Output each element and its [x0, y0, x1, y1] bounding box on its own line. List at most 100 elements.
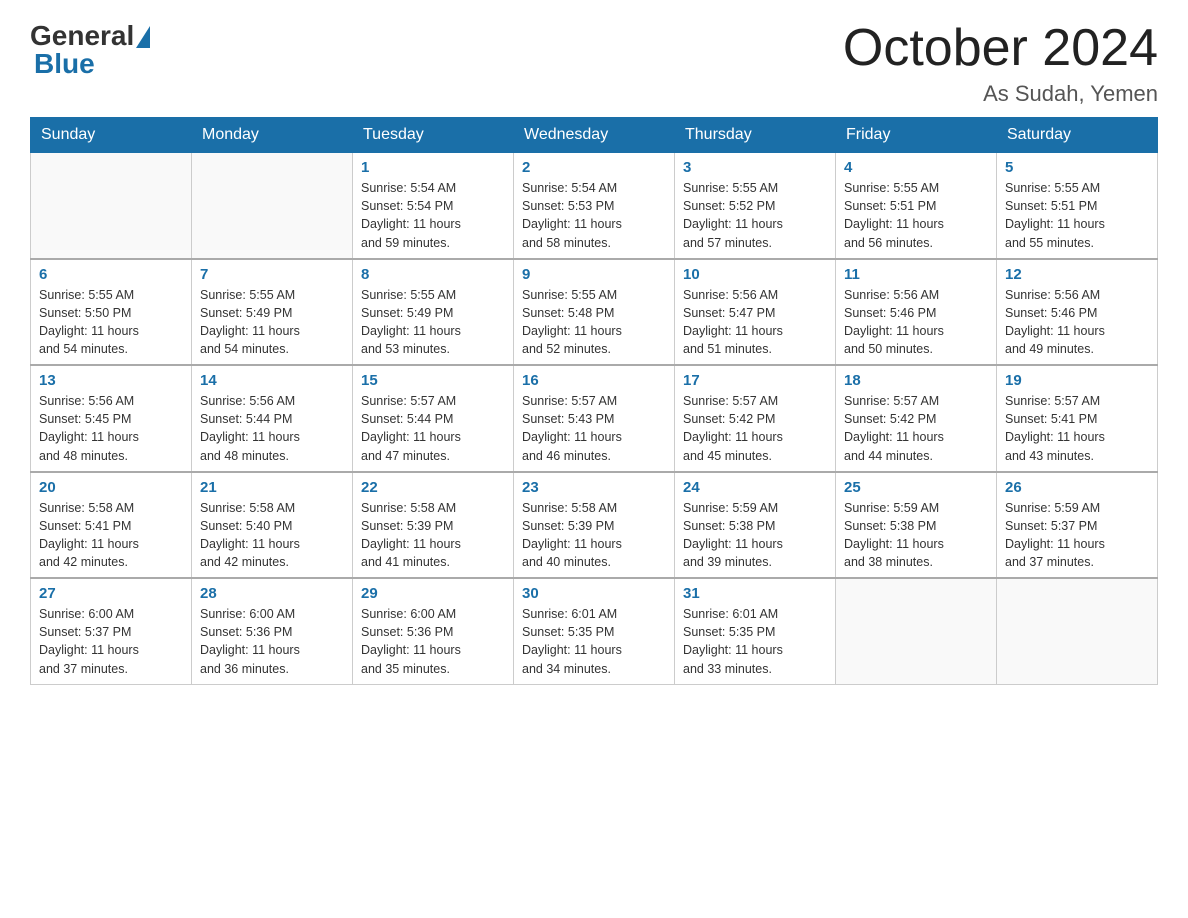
day-info: Sunrise: 5:55 AM Sunset: 5:51 PM Dayligh… [1005, 179, 1149, 252]
day-info: Sunrise: 6:00 AM Sunset: 5:36 PM Dayligh… [361, 605, 505, 678]
day-number: 14 [200, 372, 344, 389]
calendar-cell: 14 Sunrise: 5:56 AM Sunset: 5:44 PM Dayli… [192, 365, 353, 472]
day-number: 30 [522, 585, 666, 602]
day-info: Sunrise: 6:00 AM Sunset: 5:36 PM Dayligh… [200, 605, 344, 678]
calendar-cell: 11 Sunrise: 5:56 AM Sunset: 5:46 PM Dayli… [836, 259, 997, 366]
day-info: Sunrise: 5:56 AM Sunset: 5:45 PM Dayligh… [39, 392, 183, 465]
calendar-cell [192, 153, 353, 259]
calendar-cell: 23 Sunrise: 5:58 AM Sunset: 5:39 PM Dayli… [514, 472, 675, 579]
day-number: 20 [39, 479, 183, 496]
day-number: 9 [522, 266, 666, 283]
calendar-cell: 21Sunrise: 5:58 AM Sunset: 5:40 PM Dayli… [192, 472, 353, 579]
calendar-cell: 4Sunrise: 5:55 AM Sunset: 5:51 PM Daylig… [836, 153, 997, 259]
calendar-cell: 7 Sunrise: 5:55 AM Sunset: 5:49 PM Daylig… [192, 259, 353, 366]
calendar-cell: 8 Sunrise: 5:55 AM Sunset: 5:49 PM Daylig… [353, 259, 514, 366]
calendar-cell: 5 Sunrise: 5:55 AM Sunset: 5:51 PM Daylig… [997, 153, 1158, 259]
calendar-cell [31, 153, 192, 259]
location-subtitle: As Sudah, Yemen [843, 81, 1158, 107]
weekday-header-saturday: Saturday [997, 118, 1158, 153]
day-number: 29 [361, 585, 505, 602]
calendar-cell: 25 Sunrise: 5:59 AM Sunset: 5:38 PM Dayli… [836, 472, 997, 579]
weekday-header-tuesday: Tuesday [353, 118, 514, 153]
day-number: 8 [361, 266, 505, 283]
calendar-week-row: 1Sunrise: 5:54 AM Sunset: 5:54 PM Daylig… [31, 153, 1158, 259]
day-number: 22 [361, 479, 505, 496]
day-info: Sunrise: 5:56 AM Sunset: 5:47 PM Dayligh… [683, 286, 827, 359]
day-info: Sunrise: 6:01 AM Sunset: 5:35 PM Dayligh… [522, 605, 666, 678]
day-number: 1 [361, 159, 505, 176]
calendar-cell: 12 Sunrise: 5:56 AM Sunset: 5:46 PM Dayli… [997, 259, 1158, 366]
calendar-cell: 2Sunrise: 5:54 AM Sunset: 5:53 PM Daylig… [514, 153, 675, 259]
calendar-cell: 30 Sunrise: 6:01 AM Sunset: 5:35 PM Dayli… [514, 578, 675, 684]
day-info: Sunrise: 5:59 AM Sunset: 5:38 PM Dayligh… [683, 499, 827, 572]
day-number: 18 [844, 372, 988, 389]
day-info: Sunrise: 5:57 AM Sunset: 5:43 PM Dayligh… [522, 392, 666, 465]
day-number: 28 [200, 585, 344, 602]
day-info: Sunrise: 5:56 AM Sunset: 5:44 PM Dayligh… [200, 392, 344, 465]
day-info: Sunrise: 5:57 AM Sunset: 5:41 PM Dayligh… [1005, 392, 1149, 465]
calendar-cell: 26Sunrise: 5:59 AM Sunset: 5:37 PM Dayli… [997, 472, 1158, 579]
weekday-header-row: SundayMondayTuesdayWednesdayThursdayFrid… [31, 118, 1158, 153]
logo-triangle-icon [136, 26, 150, 48]
day-info: Sunrise: 5:58 AM Sunset: 5:39 PM Dayligh… [522, 499, 666, 572]
day-info: Sunrise: 5:58 AM Sunset: 5:41 PM Dayligh… [39, 499, 183, 572]
day-number: 3 [683, 159, 827, 176]
day-info: Sunrise: 5:55 AM Sunset: 5:48 PM Dayligh… [522, 286, 666, 359]
day-number: 11 [844, 266, 988, 283]
weekday-header-wednesday: Wednesday [514, 118, 675, 153]
calendar-cell: 10 Sunrise: 5:56 AM Sunset: 5:47 PM Dayli… [675, 259, 836, 366]
day-number: 19 [1005, 372, 1149, 389]
calendar-week-row: 6 Sunrise: 5:55 AM Sunset: 5:50 PM Daylig… [31, 259, 1158, 366]
day-number: 15 [361, 372, 505, 389]
day-number: 25 [844, 479, 988, 496]
day-info: Sunrise: 5:58 AM Sunset: 5:40 PM Dayligh… [200, 499, 344, 572]
day-number: 7 [200, 266, 344, 283]
day-number: 5 [1005, 159, 1149, 176]
calendar-cell: 1Sunrise: 5:54 AM Sunset: 5:54 PM Daylig… [353, 153, 514, 259]
month-title: October 2024 [843, 20, 1158, 77]
page-header: General Blue October 2024 As Sudah, Yeme… [30, 20, 1158, 107]
day-info: Sunrise: 5:59 AM Sunset: 5:37 PM Dayligh… [1005, 499, 1149, 572]
day-number: 23 [522, 479, 666, 496]
calendar-cell: 17 Sunrise: 5:57 AM Sunset: 5:42 PM Dayli… [675, 365, 836, 472]
day-info: Sunrise: 5:58 AM Sunset: 5:39 PM Dayligh… [361, 499, 505, 572]
calendar-cell: 18 Sunrise: 5:57 AM Sunset: 5:42 PM Dayli… [836, 365, 997, 472]
calendar-week-row: 20 Sunrise: 5:58 AM Sunset: 5:41 PM Dayli… [31, 472, 1158, 579]
calendar-cell: 22 Sunrise: 5:58 AM Sunset: 5:39 PM Dayli… [353, 472, 514, 579]
day-info: Sunrise: 5:55 AM Sunset: 5:49 PM Dayligh… [361, 286, 505, 359]
calendar-week-row: 13Sunrise: 5:56 AM Sunset: 5:45 PM Dayli… [31, 365, 1158, 472]
day-number: 12 [1005, 266, 1149, 283]
day-info: Sunrise: 5:57 AM Sunset: 5:42 PM Dayligh… [683, 392, 827, 465]
day-info: Sunrise: 5:56 AM Sunset: 5:46 PM Dayligh… [844, 286, 988, 359]
calendar-week-row: 27 Sunrise: 6:00 AM Sunset: 5:37 PM Dayli… [31, 578, 1158, 684]
day-info: Sunrise: 6:00 AM Sunset: 5:37 PM Dayligh… [39, 605, 183, 678]
day-info: Sunrise: 5:55 AM Sunset: 5:50 PM Dayligh… [39, 286, 183, 359]
calendar-cell: 13Sunrise: 5:56 AM Sunset: 5:45 PM Dayli… [31, 365, 192, 472]
day-info: Sunrise: 5:57 AM Sunset: 5:42 PM Dayligh… [844, 392, 988, 465]
weekday-header-sunday: Sunday [31, 118, 192, 153]
calendar-cell: 27 Sunrise: 6:00 AM Sunset: 5:37 PM Dayli… [31, 578, 192, 684]
weekday-header-thursday: Thursday [675, 118, 836, 153]
day-info: Sunrise: 5:55 AM Sunset: 5:51 PM Dayligh… [844, 179, 988, 252]
day-number: 31 [683, 585, 827, 602]
logo-blue-text: Blue [34, 48, 150, 80]
logo-general-text: General [30, 20, 134, 51]
calendar-cell: 15Sunrise: 5:57 AM Sunset: 5:44 PM Dayli… [353, 365, 514, 472]
day-number: 17 [683, 372, 827, 389]
calendar-cell [997, 578, 1158, 684]
day-number: 6 [39, 266, 183, 283]
calendar-cell: 31Sunrise: 6:01 AM Sunset: 5:35 PM Dayli… [675, 578, 836, 684]
weekday-header-monday: Monday [192, 118, 353, 153]
calendar-cell: 9 Sunrise: 5:55 AM Sunset: 5:48 PM Daylig… [514, 259, 675, 366]
calendar-cell: 16Sunrise: 5:57 AM Sunset: 5:43 PM Dayli… [514, 365, 675, 472]
day-number: 27 [39, 585, 183, 602]
day-info: Sunrise: 5:56 AM Sunset: 5:46 PM Dayligh… [1005, 286, 1149, 359]
calendar-cell: 20 Sunrise: 5:58 AM Sunset: 5:41 PM Dayli… [31, 472, 192, 579]
day-info: Sunrise: 5:54 AM Sunset: 5:53 PM Dayligh… [522, 179, 666, 252]
day-info: Sunrise: 5:55 AM Sunset: 5:49 PM Dayligh… [200, 286, 344, 359]
day-info: Sunrise: 5:55 AM Sunset: 5:52 PM Dayligh… [683, 179, 827, 252]
calendar-table: SundayMondayTuesdayWednesdayThursdayFrid… [30, 117, 1158, 685]
calendar-cell: 3 Sunrise: 5:55 AM Sunset: 5:52 PM Daylig… [675, 153, 836, 259]
day-number: 10 [683, 266, 827, 283]
day-info: Sunrise: 5:59 AM Sunset: 5:38 PM Dayligh… [844, 499, 988, 572]
